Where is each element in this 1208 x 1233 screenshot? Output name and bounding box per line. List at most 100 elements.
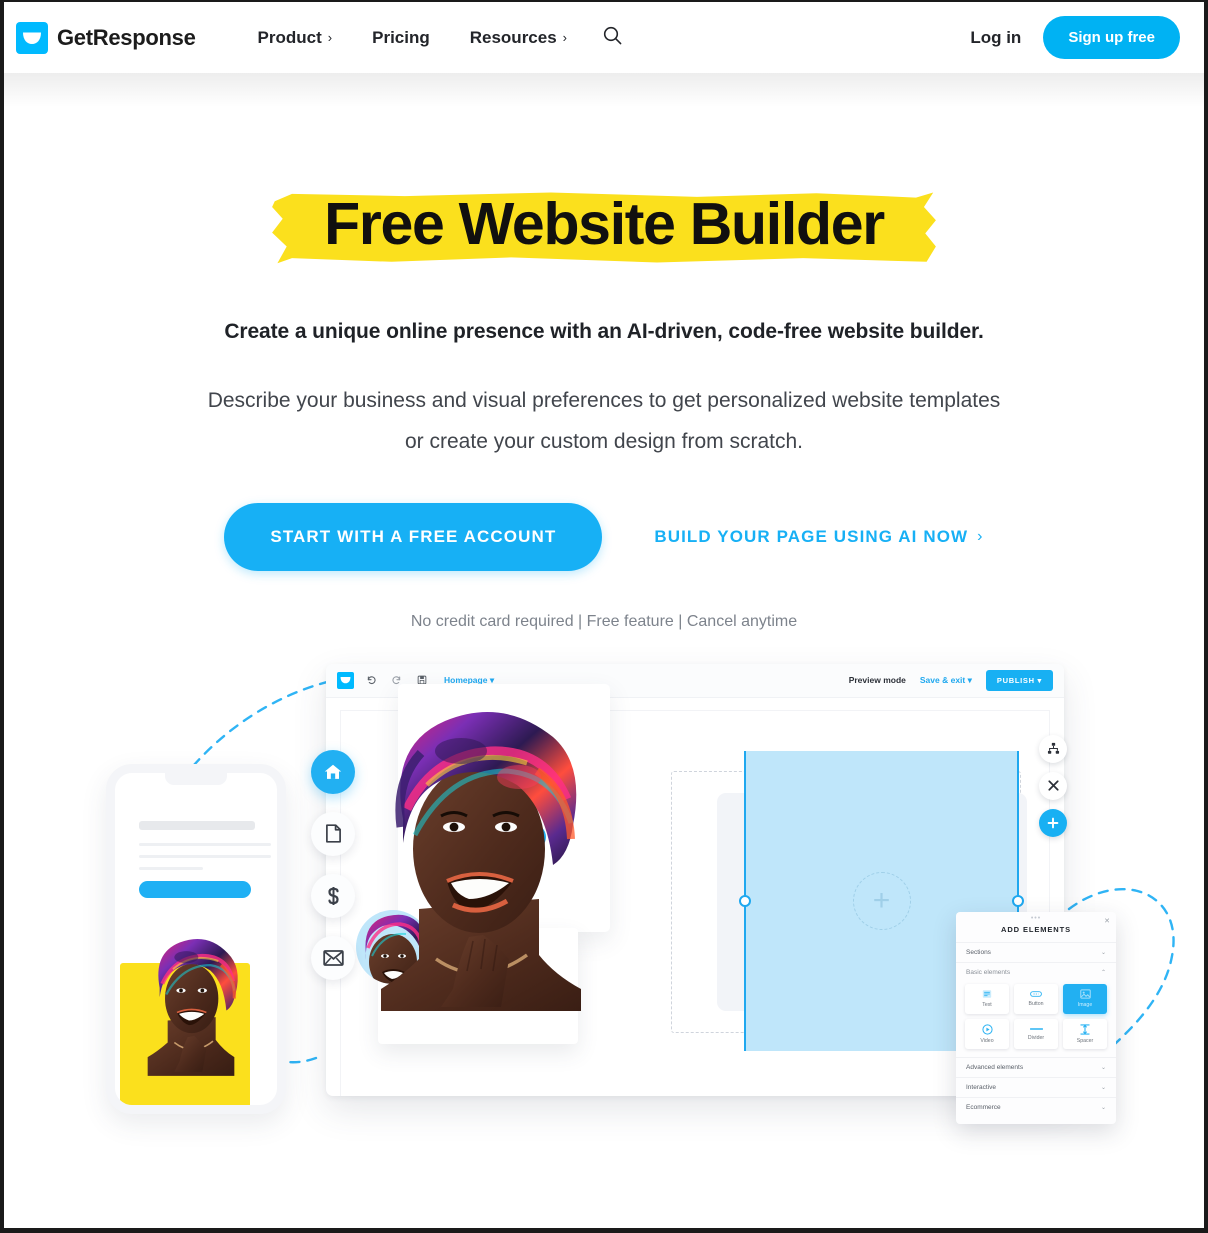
close-icon[interactable] bbox=[1039, 771, 1067, 800]
search-icon bbox=[603, 26, 622, 50]
builder-left-nav bbox=[311, 749, 355, 980]
header-actions: Log in Sign up free bbox=[970, 16, 1180, 59]
cta-row: START WITH A FREE ACCOUNT BUILD YOUR PAG… bbox=[4, 502, 1204, 571]
mobile-preview-mockup bbox=[106, 763, 286, 1114]
preview-mode-toggle[interactable]: Preview mode bbox=[849, 675, 906, 685]
envelope-icon[interactable] bbox=[311, 935, 355, 980]
chevron-down-icon: ⌄ bbox=[1100, 949, 1106, 956]
skeleton-heading bbox=[139, 820, 255, 830]
search-button[interactable] bbox=[587, 16, 638, 60]
skeleton-line bbox=[434, 767, 534, 771]
site-header: GetResponse Product › Pricing Resources … bbox=[4, 2, 1204, 73]
undo-icon[interactable] bbox=[363, 672, 380, 689]
signup-free-button[interactable]: Sign up free bbox=[1043, 16, 1180, 59]
canvas-right-controls bbox=[1039, 734, 1067, 837]
website-builder-window: Homepage ▾ Preview mode Save & exit ▾ PU… bbox=[106, 663, 1116, 1124]
save-and-exit-button[interactable]: Save & exit ▾ bbox=[920, 675, 972, 686]
hero-lead-line1: Describe your business and visual prefer… bbox=[207, 389, 1001, 412]
sitemap-icon[interactable] bbox=[1039, 734, 1067, 763]
element-tile-text[interactable]: Text bbox=[965, 983, 1009, 1014]
brand-name: GetResponse bbox=[57, 24, 196, 50]
portrait-photo-phone bbox=[147, 938, 238, 1076]
element-tile-label: Divider bbox=[1027, 1035, 1045, 1042]
login-link[interactable]: Log in bbox=[970, 28, 1021, 48]
skeleton-line bbox=[434, 791, 532, 795]
page-title-wrapper: Free Website Builder bbox=[272, 179, 936, 274]
hero-section: Free Website Builder Create a unique onl… bbox=[4, 73, 1204, 631]
nav-label: Pricing bbox=[372, 27, 430, 47]
build-with-ai-label: BUILD YOUR PAGE USING AI NOW bbox=[654, 526, 969, 546]
nav-item-resources[interactable]: Resources › bbox=[450, 18, 587, 58]
chevron-down-icon: ▾ bbox=[1037, 675, 1042, 685]
element-tile-label: Spacer bbox=[1076, 1037, 1094, 1044]
skeleton-block bbox=[430, 969, 522, 984]
build-with-ai-link[interactable]: BUILD YOUR PAGE USING AI NOW › bbox=[654, 527, 983, 547]
skeleton-line bbox=[434, 803, 500, 807]
envelope-logo-icon bbox=[16, 21, 48, 54]
element-tile-label: Text bbox=[982, 1002, 992, 1009]
page-icon[interactable] bbox=[311, 811, 355, 856]
panel-section-label: Advanced elements bbox=[966, 1063, 1024, 1071]
panel-section-ecommerce[interactable]: Ecommerce ⌄ bbox=[956, 1096, 1116, 1117]
button-icon bbox=[1030, 990, 1042, 998]
start-free-account-button[interactable]: START WITH A FREE ACCOUNT bbox=[224, 502, 603, 571]
element-tile-label: Button bbox=[1028, 1001, 1044, 1008]
hero-subtitle: Create a unique online presence with an … bbox=[224, 320, 984, 343]
panel-section-label: Interactive bbox=[966, 1083, 996, 1091]
basic-elements-grid: Text Button Image Video Divider Spacer bbox=[956, 982, 1116, 1057]
dollar-icon[interactable] bbox=[311, 873, 355, 918]
builder-toolbar-right: Preview mode Save & exit ▾ PUBLISH ▾ bbox=[849, 669, 1053, 691]
skeleton-line bbox=[139, 854, 271, 858]
hero-lead-line2: or create your custom design from scratc… bbox=[405, 430, 803, 454]
skeleton-line bbox=[434, 779, 528, 783]
hero-lead: Describe your business and visual prefer… bbox=[154, 380, 1054, 463]
panel-section-basic-elements[interactable]: Basic elements ⌃ bbox=[956, 961, 1116, 982]
page-card-mockup bbox=[398, 683, 610, 932]
hero-note: No credit card required | Free feature |… bbox=[410, 612, 798, 630]
nav-item-product[interactable]: Product › bbox=[238, 18, 353, 58]
chevron-up-icon: ⌃ bbox=[1100, 969, 1106, 976]
element-tile-image[interactable]: Image bbox=[1063, 983, 1107, 1014]
panel-section-label: Ecommerce bbox=[966, 1103, 1001, 1111]
element-tile-spacer[interactable]: Spacer bbox=[1063, 1018, 1107, 1049]
skeleton-line bbox=[139, 866, 203, 870]
nav-item-pricing[interactable]: Pricing bbox=[352, 18, 450, 58]
video-icon bbox=[981, 1024, 993, 1035]
home-icon[interactable] bbox=[311, 749, 355, 794]
avatar bbox=[356, 909, 430, 984]
chevron-down-icon: ⌄ bbox=[1100, 1104, 1106, 1111]
panel-section-sections[interactable]: Sections ⌄ bbox=[956, 941, 1116, 962]
panel-title: ADD ELEMENTS bbox=[1001, 924, 1071, 934]
skeleton-line bbox=[139, 842, 271, 846]
panel-section-label: Basic elements bbox=[966, 968, 1011, 976]
divider-icon bbox=[1029, 1026, 1043, 1032]
skeleton-heading bbox=[434, 727, 520, 736]
skeleton-heading bbox=[436, 941, 500, 949]
primary-nav: Product › Pricing Resources › bbox=[238, 16, 638, 60]
skeleton-cta-button bbox=[446, 999, 498, 1011]
panel-section-interactive[interactable]: Interactive ⌄ bbox=[956, 1076, 1116, 1097]
element-tile-video[interactable]: Video bbox=[965, 1018, 1009, 1049]
panel-drag-handle[interactable]: ••• bbox=[956, 912, 1116, 922]
resize-handle-left[interactable] bbox=[739, 894, 751, 907]
chevron-down-icon: ⌄ bbox=[1100, 1084, 1106, 1091]
plus-icon[interactable] bbox=[1039, 808, 1067, 837]
brand-logo[interactable]: GetResponse bbox=[16, 21, 196, 54]
page-root: GetResponse Product › Pricing Resources … bbox=[4, 2, 1204, 1228]
builder-illustration: Homepage ▾ Preview mode Save & exit ▾ PU… bbox=[4, 656, 1204, 1166]
chevron-down-icon: ▾ bbox=[967, 674, 972, 685]
nav-label: Resources bbox=[469, 27, 557, 47]
panel-section-advanced-elements[interactable]: Advanced elements ⌄ bbox=[956, 1056, 1116, 1077]
image-icon bbox=[1079, 989, 1091, 999]
nav-label: Product bbox=[257, 27, 322, 47]
element-tile-button[interactable]: Button bbox=[1014, 983, 1058, 1014]
page-title: Free Website Builder bbox=[324, 191, 885, 257]
element-tile-divider[interactable]: Divider bbox=[1014, 1018, 1058, 1049]
resize-handle-right[interactable] bbox=[1012, 894, 1024, 907]
save-and-exit-label: Save & exit bbox=[919, 674, 966, 685]
close-icon[interactable]: ✕ bbox=[1104, 917, 1110, 925]
chevron-right-icon: › bbox=[562, 30, 568, 45]
element-tile-label: Video bbox=[980, 1037, 994, 1044]
envelope-logo-icon bbox=[337, 671, 354, 689]
publish-button[interactable]: PUBLISH ▾ bbox=[985, 669, 1053, 691]
